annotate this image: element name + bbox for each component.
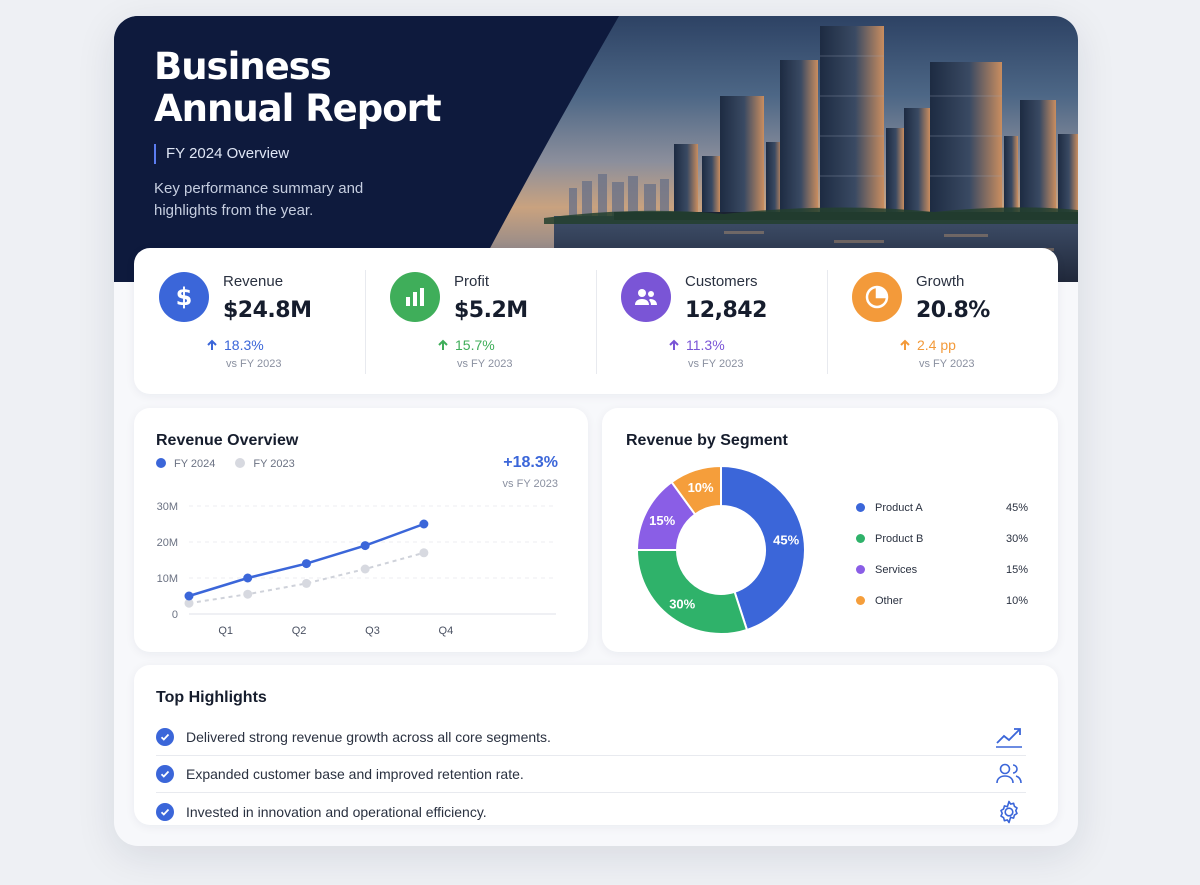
y-tick-label: 20M [157, 537, 178, 549]
kpi-comparison: vs FY 2023 [919, 358, 975, 370]
segment-legend-item: Product A 45% [856, 492, 1028, 523]
revenue-line-chart: 0 10M 20M 30M Q1 Q2 Q3 Q4 [157, 501, 556, 637]
kpi-label: Profit [454, 273, 490, 290]
data-point [360, 564, 370, 574]
bar-chart-icon [390, 272, 440, 322]
legend-dot [856, 534, 865, 543]
pie-chart-icon [852, 272, 902, 322]
hero-text: Business Annual Report FY 2024 Overview … [154, 46, 454, 222]
highlight-item: Invested in innovation and operational e… [156, 793, 1026, 830]
kpi-change-value: 15.7% [455, 337, 495, 353]
report-subtitle: FY 2024 Overview [154, 144, 454, 164]
kpi-label: Growth [916, 273, 965, 290]
report-card: Business Annual Report FY 2024 Overview … [114, 16, 1078, 846]
kpi-value: 20.8% [916, 298, 990, 323]
kpi-change: 11.3% [668, 337, 725, 353]
check-icon [156, 802, 174, 821]
segment-percent: 15% [1005, 563, 1028, 576]
slice-label: 45% [773, 533, 799, 548]
highlight-text: Delivered strong revenue growth across a… [186, 729, 551, 745]
segment-percent: 10% [1005, 594, 1028, 607]
kpi-change: 18.3% [206, 337, 264, 353]
users-icon [621, 272, 671, 322]
report-title: Business Annual Report [154, 45, 442, 130]
arrow-up-icon [207, 339, 217, 350]
y-tick-label: 10M [157, 573, 178, 585]
kpi-comparison: vs FY 2023 [688, 358, 744, 370]
kpi-change: 2.4 pp [899, 337, 956, 353]
hero-banner: Business Annual Report FY 2024 Overview … [114, 16, 1078, 282]
donut-slice [635, 549, 749, 635]
segment-name: Services [875, 563, 918, 576]
arrow-up-icon [438, 339, 448, 350]
highlights-panel: Top Highlights Delivered strong revenue … [134, 665, 1058, 825]
kpi-value: $5.2M [454, 298, 528, 323]
segment-legend-item: Other 10% [856, 585, 1028, 616]
gear-icon [992, 797, 1026, 827]
segment-legend-item: Services 15% [856, 554, 1028, 585]
segment-donut-chart: 45% 30% 15% 10% [635, 464, 806, 635]
legend-dot [856, 565, 865, 574]
segment-name: Other [875, 594, 903, 607]
segment-percent: 30% [1005, 532, 1028, 545]
highlight-text: Expanded customer base and improved rete… [186, 766, 524, 782]
x-tick-label: Q4 [439, 625, 454, 637]
kpi-comparison: vs FY 2023 [457, 358, 513, 370]
y-tick-label: 0 [172, 609, 178, 621]
kpi-value: 12,842 [685, 298, 767, 323]
slice-label: 15% [649, 513, 675, 528]
segment-percent: 45% [1005, 501, 1028, 514]
kpi-value: $24.8M [223, 298, 312, 323]
users-icon [992, 759, 1026, 789]
kpi-panel: $ Revenue $24.8M 18.3% vs FY 2023 Profit… [134, 248, 1058, 394]
revenue-segment-panel: Revenue by Segment 45% 30% 15% 10% Product … [602, 408, 1058, 652]
kpi-change-value: 18.3% [224, 337, 264, 353]
kpi-label: Revenue [223, 273, 284, 290]
data-point [184, 591, 194, 601]
data-point [301, 578, 311, 588]
arrow-up-icon [669, 339, 679, 350]
data-point [419, 548, 429, 558]
check-icon [156, 728, 174, 746]
kpi-customers: Customers 12,842 11.3% vs FY 2023 [596, 248, 827, 394]
report-description: Key performance summary and highlights f… [154, 180, 364, 219]
check-icon [156, 765, 174, 783]
x-tick-label: Q3 [365, 625, 380, 637]
kpi-profit: Profit $5.2M 15.7% vs FY 2023 [365, 248, 596, 394]
trend-up-icon [992, 722, 1026, 752]
data-point [243, 573, 253, 583]
slice-label: 30% [669, 596, 695, 611]
arrow-up-icon [900, 339, 910, 350]
slice-label: 10% [688, 480, 714, 495]
legend-dot [856, 596, 865, 605]
kpi-revenue: $ Revenue $24.8M 18.3% vs FY 2023 [134, 248, 365, 394]
dollar-icon: $ [159, 272, 209, 322]
x-tick-label: Q1 [218, 625, 233, 637]
kpi-change: 15.7% [437, 337, 495, 353]
data-point [360, 541, 370, 551]
kpi-growth: Growth 20.8% 2.4 pp vs FY 2023 [827, 248, 1058, 394]
segment-name: Product A [875, 501, 923, 514]
kpi-change-value: 2.4 pp [917, 337, 956, 353]
data-point [419, 519, 429, 529]
legend-dot [856, 503, 865, 512]
revenue-overview-panel: Revenue Overview FY 2024 FY 2023 +18.3% … [134, 408, 588, 652]
highlight-item: Expanded customer base and improved rete… [156, 756, 1026, 793]
kpi-label: Customers [685, 273, 758, 290]
data-point [243, 589, 253, 599]
segment-name: Product B [875, 532, 924, 545]
data-point [301, 559, 311, 569]
highlight-text: Invested in innovation and operational e… [186, 803, 487, 820]
segment-legend-item: Product B 30% [856, 523, 1028, 554]
kpi-change-value: 11.3% [686, 337, 725, 353]
x-tick-label: Q2 [292, 625, 307, 637]
segment-legend: Product A 45% Product B 30% Services 15% Ot… [856, 492, 1028, 616]
highlights-title: Top Highlights [156, 689, 267, 706]
kpi-comparison: vs FY 2023 [226, 358, 282, 370]
y-tick-label: 30M [157, 501, 178, 513]
highlight-item: Delivered strong revenue growth across a… [156, 719, 1026, 756]
